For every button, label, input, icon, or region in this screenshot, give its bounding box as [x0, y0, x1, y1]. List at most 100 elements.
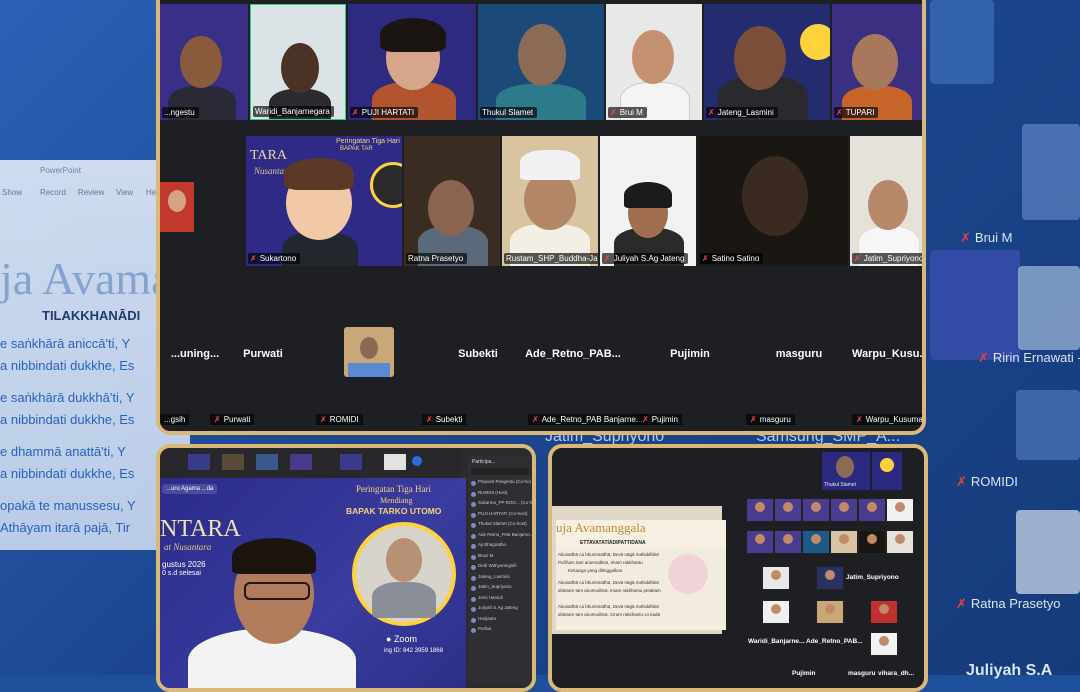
ppt-menu-item: He [146, 188, 157, 197]
participant-name: ...gsih [160, 414, 190, 425]
participant-name: Pujimin [792, 670, 816, 677]
background-right-gallery: ✗Brui M ✗Ririn Ernawati - L ✗ROMIDI ✗Rat… [922, 0, 1080, 679]
main-gallery-window: ...ngestu Waridi_Banjarnegara ✗ PUJI HART… [156, 0, 926, 435]
ppt-slide-heading: TILAKKHANĀDI [42, 308, 141, 323]
video-tile[interactable]: TARA Nusantara Peringatan Tiga Hari BAPA… [246, 136, 402, 266]
participant-search-input[interactable] [471, 468, 529, 475]
participant-name: ✗ Warpu_Kusuma [852, 414, 922, 425]
participant-row[interactable]: Juliyah S.Ag Jateng [468, 605, 532, 616]
video-tile-active-speaker[interactable]: Waridi_Banjarnegara [250, 4, 346, 120]
audio-participant-name: Ade_Retno_PAB... [525, 348, 621, 360]
meeting-id: ing ID: 842 3959 1868 [384, 648, 444, 654]
video-tile[interactable]: Thukul Slamet [478, 4, 604, 120]
ppt-slide-line: opakā te manussesu, Y [0, 498, 136, 513]
slide-line: Keluarga yang ditinggalkan [568, 568, 623, 573]
participant-name: ✗ Purwati [210, 414, 255, 425]
speaker-view-window: ...uru Agama ...da NTARA at Nusantara gu… [156, 444, 536, 692]
ppt-menu-item: Record [40, 188, 66, 197]
participant-row[interactable]: Sukarmo_PP ROG... (Co-h) [468, 500, 532, 511]
poster-ceremony: Peringatan Tiga Hari [356, 484, 431, 494]
participant-row[interactable]: PUJI HARTATI (Co-host) [468, 511, 532, 522]
video-tile[interactable]: ...ngestu [160, 4, 248, 120]
ppt-slide-line: a nibbindati dukkhe, Es [0, 358, 135, 373]
participant-row[interactable]: Jatim_Supriyono [468, 584, 532, 595]
ppt-slide-line: e saṅkhārā aniccā'ti, Y [0, 336, 131, 351]
poster-deceased-name: BAPAK TARKO UTOMO [346, 506, 442, 516]
video-tile[interactable]: ✗ Jateng_Lasmini [704, 4, 830, 120]
video-tile[interactable]: ✗ PUJI HARTATI [348, 4, 476, 120]
slide-line: ahānam tam anumoditvā, Imam rakkhantu pe… [558, 588, 661, 593]
muted-mic-icon: ✗ [702, 254, 709, 263]
participant-row[interactable]: Thukul Slamet (Co-host) [468, 521, 532, 532]
participant-name: ✗ Satino Satino [700, 253, 764, 264]
poster-brand: NTARA [160, 516, 241, 542]
participant-row[interactable]: Dedi Wahyuningsih [468, 563, 532, 574]
bg-participant-name: ✗Ririn Ernawati - L [978, 350, 1080, 365]
participant-name: Ratna Prasetyo [406, 253, 468, 264]
bg-participant-name: ✗ Brui M [960, 230, 1013, 245]
poster-text: BAPAK TAR [340, 146, 373, 152]
participant-row[interactable]: Jemi Harsidi [468, 595, 532, 606]
slide-line: Puññam tam anumoditvā, Imam rakkhantu [558, 560, 643, 565]
poster-date: gustus 2026 [162, 560, 206, 569]
participant-name: ✗ PUJI HARTATI [350, 107, 419, 118]
bg-participant-name: ✗ Ratna Prasetyo [956, 596, 1061, 611]
slide-line: ahānam tam anumoditvā, Ciram rakkhantu v… [558, 612, 661, 617]
video-tile[interactable]: Rustam_SHP_Buddha-Ja... [502, 136, 598, 266]
poster-brand-sub: at Nusantara [164, 542, 212, 552]
video-tile[interactable] [160, 182, 194, 232]
slide-line: Akusatthā ca bhummatthā, Devā nāgā mahid… [558, 580, 659, 585]
video-tile[interactable]: ✗ Jatim_Supriyono [850, 136, 922, 266]
participant-profile-picture [344, 327, 394, 377]
participant-name: Waridi_Banjarnegara [253, 106, 334, 117]
thumbnail-strip [160, 448, 460, 478]
video-tile[interactable] [872, 452, 902, 490]
participant-name: vihara_dh... [878, 670, 915, 677]
poster-text: TARA [250, 148, 287, 163]
ppt-menu-item: Review [78, 188, 105, 197]
muted-mic-icon: ✗ [708, 108, 715, 117]
video-tile[interactable]: Ratna Prasetyo [404, 136, 500, 266]
participant-name: masguru [848, 670, 876, 677]
participant-name: ✗ ROMIDI [316, 414, 363, 425]
participant-name: Thukul Slamet [480, 107, 538, 118]
participant-row[interactable]: Pinpoint Pengestu (Co-ho) [468, 479, 532, 490]
muted-mic-icon: ✗ [854, 254, 861, 263]
video-tile[interactable]: ✗ Satino Satino [698, 136, 848, 266]
participant-name: ✗ Jatim_Supriyono [852, 253, 922, 264]
video-tile[interactable]: ✗ Brui M [606, 4, 702, 120]
participant-row[interactable]: Harijanto [468, 616, 532, 627]
participant-name: ✗ Subekti [422, 414, 467, 425]
video-tile[interactable]: Thukul Slamet [822, 452, 870, 490]
participant-row[interactable]: Ade Retno_PAB Banjarne... [468, 532, 532, 543]
ppt-slide-line: a nibbindati dukkhe, Es [0, 412, 135, 427]
video-tile[interactable]: ✗ Juliyah S.Ag Jateng [600, 136, 696, 266]
muted-mic-icon: ✗ [836, 108, 843, 117]
audio-participant-name: Purwati [243, 348, 283, 360]
zoom-logo: ● Zoom [386, 634, 417, 644]
screen-share-window: uja Avamanggala ETTAVATATIADIPATTIDANA A… [548, 444, 928, 692]
muted-mic-icon: ✗ [352, 108, 359, 117]
ppt-slide-line: e dhammā anattā'ti, Y [0, 444, 126, 459]
slide-title: uja Avamanggala [556, 520, 646, 535]
poster-tag: ...uru Agama ...da [162, 484, 218, 494]
audio-participant-name: Warpu_Kusu... [852, 348, 926, 360]
ppt-menu-item: View [116, 188, 134, 197]
bg-participant-name: Juliyah S.A [966, 662, 1053, 679]
participant-row[interactable]: Bruci M [468, 553, 532, 564]
participant-row[interactable]: Jateng_Lasmini [468, 574, 532, 585]
audio-participant-name: Subekti [458, 348, 498, 360]
video-tile[interactable]: ✗ TUPARI [832, 4, 922, 120]
poster-time: 0 s.d selesai [162, 570, 201, 577]
muted-mic-icon: ✗ [604, 254, 611, 263]
participant-name: ✗ masguru [746, 414, 795, 425]
participant-row[interactable]: RUMINI (Host) [468, 490, 532, 501]
participant-row[interactable]: Purbia [468, 626, 532, 637]
participant-name: ✗ TUPARI [834, 107, 879, 118]
participant-name: ✗ Sukartono [248, 253, 301, 264]
participant-row[interactable]: Aji Bhagiratho [468, 542, 532, 553]
slide-line: Akusatthā ca bhummatthā, Devā nāgā mahid… [558, 604, 659, 609]
muted-mic-icon: ✗ [610, 108, 617, 117]
shared-slide: uja Avamanggala ETTAVATATIADIPATTIDANA A… [556, 520, 726, 630]
participants-panel[interactable]: Participa... Pinpoint Pengestu (Co-ho) R… [468, 456, 532, 686]
